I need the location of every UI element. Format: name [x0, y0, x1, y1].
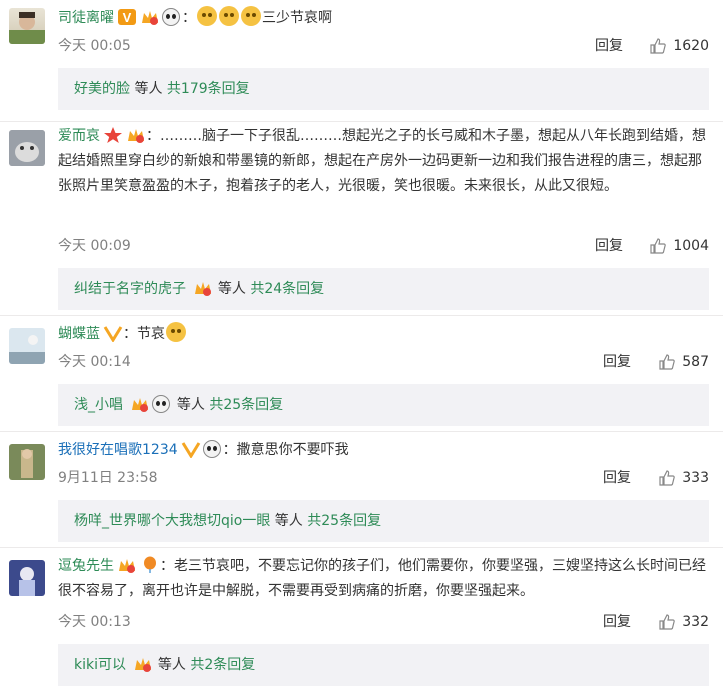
like-count: 587 — [682, 354, 709, 370]
comment-content: 节哀 — [137, 326, 165, 342]
reply-button[interactable]: 回复 — [595, 36, 623, 56]
member-crown-icon — [128, 129, 144, 143]
avatar[interactable] — [9, 328, 45, 364]
like-button[interactable]: 333 — [658, 468, 709, 488]
thumbs-up-icon — [650, 38, 667, 54]
reply-count[interactable]: 共25条回复 — [307, 513, 381, 529]
avatar[interactable] — [9, 8, 45, 44]
separator: ： — [123, 326, 137, 342]
avatar-image — [9, 328, 45, 364]
red-star-icon — [104, 127, 122, 143]
reply-mid: 等人 — [157, 657, 186, 673]
reply-summary[interactable]: 浅_小唱 等人 共25条回复 — [58, 384, 709, 426]
like-button[interactable]: 1004 — [649, 236, 709, 256]
verified-v-icon: V — [118, 9, 136, 25]
member-crown-icon — [135, 658, 152, 672]
member-crown-icon — [142, 11, 158, 25]
avatar-image — [9, 130, 45, 166]
avatar[interactable] — [9, 130, 45, 166]
username[interactable]: 我很好在唱歌1234 — [58, 442, 178, 458]
username[interactable]: 蝴蝶蓝 — [58, 326, 100, 342]
like-count: 333 — [682, 470, 709, 486]
avatar[interactable] — [9, 444, 45, 480]
separator: ： — [146, 128, 160, 144]
reply-mid: 等人 — [274, 513, 303, 529]
reply-mid: 等人 — [134, 81, 163, 97]
panda-badge-icon — [162, 8, 180, 26]
username[interactable]: 爱而哀 — [58, 128, 100, 144]
reply-summary[interactable]: kiki可以 等人 共2条回复 — [58, 644, 709, 686]
comment-text: 司徒离曜 V ： 三少节哀啊 — [58, 6, 709, 31]
reply-summary[interactable]: 好美的脸 等人 共179条回复 — [58, 68, 709, 110]
reply-button[interactable]: 回复 — [595, 236, 623, 256]
reply-button[interactable]: 回复 — [603, 612, 631, 632]
comment-1: 司徒离曜 V ： 三少节哀啊 今天 00:05 回复 1620 好美的脸 等人 共17… — [0, 0, 723, 122]
reply-count[interactable]: 共2条回复 — [190, 657, 255, 673]
username[interactable]: 逗兔先生 — [58, 558, 114, 574]
verified-v-icon — [103, 326, 123, 342]
like-button[interactable]: 1620 — [649, 36, 709, 56]
thumbs-up-icon — [659, 354, 676, 370]
crying-emoji-icon — [166, 322, 186, 342]
username[interactable]: 司徒离曜 — [58, 10, 114, 26]
thumbs-up-icon — [659, 614, 676, 630]
timestamp: 今天 00:13 — [58, 614, 131, 630]
separator: ： — [160, 558, 174, 574]
reply-summary[interactable]: 杨咩_世界哪个大我想切qio一眼 等人 共25条回复 — [58, 500, 709, 542]
reply-mid: 等人 — [217, 281, 246, 297]
member-crown-icon — [119, 559, 135, 573]
thumbs-up-icon — [659, 470, 676, 486]
reply-user[interactable]: 好美的脸 — [74, 81, 130, 97]
avatar-image — [9, 444, 45, 480]
crying-emoji-icon — [197, 6, 217, 26]
timestamp: 今天 00:14 — [58, 354, 131, 370]
reply-user[interactable]: 纠结于名字的虎子 — [74, 281, 186, 297]
like-button[interactable]: 587 — [658, 352, 709, 372]
panda-badge-icon — [202, 440, 221, 458]
reply-user[interactable]: kiki可以 — [74, 657, 126, 673]
reply-count[interactable]: 共24条回复 — [250, 281, 324, 297]
comment-3: 蝴蝶蓝 ：节哀 今天 00:14 回复 587 浅_小唱 等人 共25条回复 — [0, 316, 723, 432]
like-count: 1620 — [673, 38, 709, 54]
like-count: 1004 — [673, 238, 709, 254]
reply-summary[interactable]: 纠结于名字的虎子 等人 共24条回复 — [58, 268, 709, 310]
thumbs-up-icon — [650, 238, 667, 254]
like-button[interactable]: 332 — [658, 612, 709, 632]
avatar-image — [9, 560, 45, 596]
comment-content: 撒意思你不要吓我 — [236, 442, 349, 458]
comment-5: 逗兔先生 ：老三节哀吧，不要忘记你的孩子们，他们需要你，你要坚强，三嫂坚持这么长时… — [0, 548, 723, 690]
comment-text: 逗兔先生 ：老三节哀吧，不要忘记你的孩子们，他们需要你，你要坚强，三嫂坚持这么长时… — [58, 554, 709, 604]
balloon-icon — [144, 556, 156, 573]
timestamp: 9月11日 23:58 — [58, 470, 158, 486]
like-count: 332 — [682, 614, 709, 630]
crying-emoji-icon — [241, 6, 261, 26]
reply-count[interactable]: 共25条回复 — [209, 397, 283, 413]
comment-2: 爱而哀 ：………脑子一下子很乱………想起光之子的长弓威和木子墨，想起从八年长跑到结… — [0, 122, 723, 316]
separator: ： — [222, 442, 237, 458]
svg-text:V: V — [123, 10, 132, 25]
member-crown-icon — [132, 398, 149, 412]
reply-user[interactable]: 杨咩_世界哪个大我想切qio一眼 — [74, 513, 270, 529]
separator: ： — [182, 10, 196, 26]
comment-4: 我很好在唱歌1234 ：撒意思你不要吓我 9月11日 23:58 回复 333 杨… — [0, 432, 723, 548]
comment-text: 我很好在唱歌1234 ：撒意思你不要吓我 — [58, 438, 709, 463]
crying-emoji-icon — [219, 6, 239, 26]
reply-button[interactable]: 回复 — [603, 352, 631, 372]
avatar[interactable] — [9, 560, 45, 596]
comment-text: 爱而哀 ：………脑子一下子很乱………想起光之子的长弓威和木子墨，想起从八年长跑到结… — [58, 124, 709, 199]
avatar-image — [9, 12, 45, 44]
member-crown-icon — [195, 282, 212, 296]
reply-count[interactable]: 共179条回复 — [167, 81, 250, 97]
comment-content: 三少节哀啊 — [262, 10, 332, 26]
panda-badge-icon — [152, 395, 171, 413]
timestamp: 今天 00:09 — [58, 238, 131, 254]
comment-text: 蝴蝶蓝 ：节哀 — [58, 322, 709, 347]
reply-mid: 等人 — [176, 397, 205, 413]
reply-button[interactable]: 回复 — [603, 468, 631, 488]
timestamp: 今天 00:05 — [58, 38, 131, 54]
verified-v-icon — [181, 442, 200, 458]
reply-user[interactable]: 浅_小唱 — [74, 397, 123, 413]
